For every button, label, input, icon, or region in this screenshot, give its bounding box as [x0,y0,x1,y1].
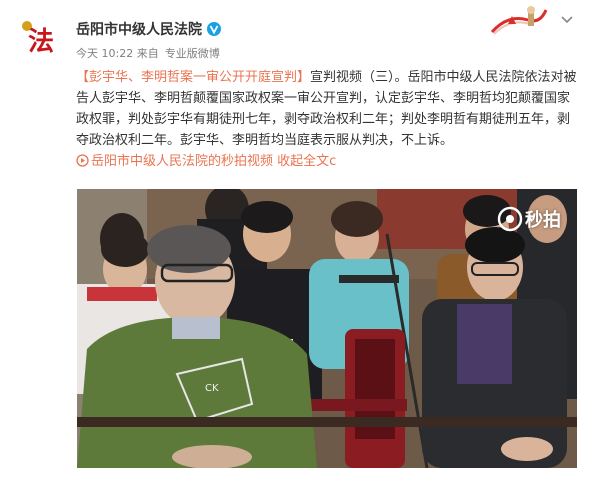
video-link-icon [76,154,89,167]
video-link[interactable]: 岳阳市中级人民法院的秒拍视频 [91,154,273,169]
account-name[interactable]: 岳阳市中级人民法院 [76,19,202,39]
post-video[interactable]: CK 秒拍 [77,189,577,468]
post-source[interactable]: 专业版微博 [165,47,220,60]
post-meta: 今天 10:22 来自 专业版微博 [76,45,220,61]
card-decoration-icon [490,6,548,35]
post-time[interactable]: 今天 10:22 [76,47,133,60]
video-watermark: 秒拍 [497,206,561,232]
watermark-text: 秒拍 [525,210,561,231]
chevron-down-icon[interactable] [560,14,574,26]
source-prefix: 来自 [136,47,159,60]
verified-badge-icon [207,22,221,36]
collapse-suffix: c [329,154,337,169]
post-text: 【彭宇华、李明哲案一审公开开庭宣判】宣判视频（三）。岳阳市中级人民法院依法对被告… [76,67,579,172]
collapse-text-link[interactable]: 收起全文 [277,154,329,169]
sweater-print: CK [205,383,219,394]
post-topic-link[interactable]: 【彭宇华、李明哲案一审公开开庭宣判】 [76,70,310,85]
account-avatar[interactable]: 法 [17,16,61,60]
avatar-glyph: 法 [28,27,54,57]
miaopai-logo-icon [497,206,523,232]
